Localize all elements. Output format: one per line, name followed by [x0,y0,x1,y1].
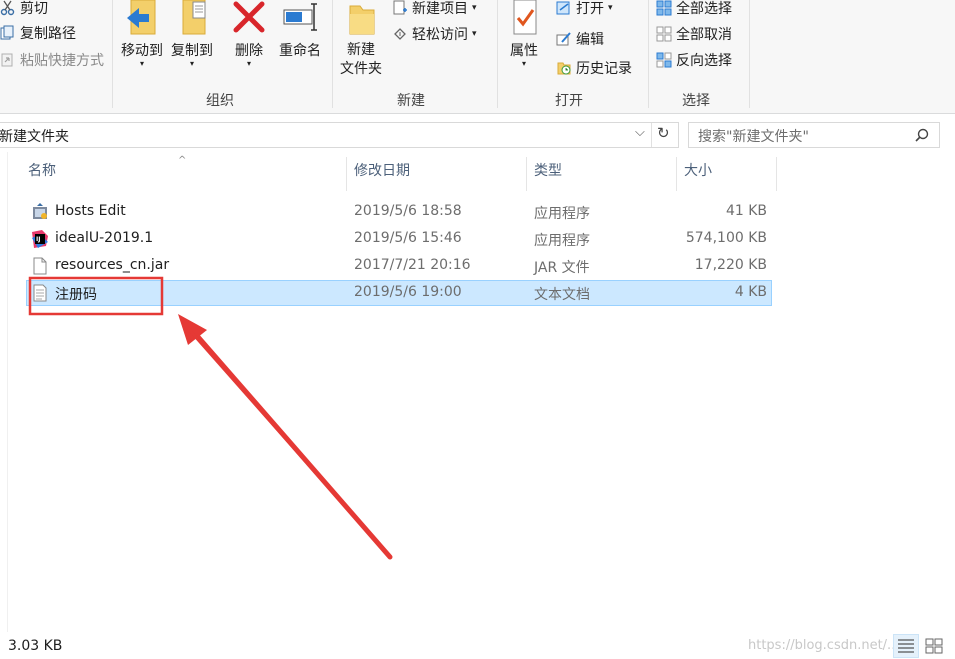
file-explorer-window: 剪切 复制路径 粘贴快捷方式 移动到 ▾ 复制到 ▾ 删除 ▾ 重命名 组织 新… [0,0,955,659]
annotation-overlay [28,276,393,560]
annotation-highlight-box [28,276,164,316]
large-icons-view-button[interactable] [921,634,947,658]
status-bar: 3.03 KB https://blog.csdn.net/... [0,632,955,659]
watermark-text: https://blog.csdn.net/... [748,638,900,653]
details-view-button[interactable] [893,634,919,658]
selection-size: 3.03 KB [8,638,63,654]
large-icons-view-icon [925,638,943,654]
annotation-arrow [178,314,393,560]
details-view-icon [898,639,914,653]
